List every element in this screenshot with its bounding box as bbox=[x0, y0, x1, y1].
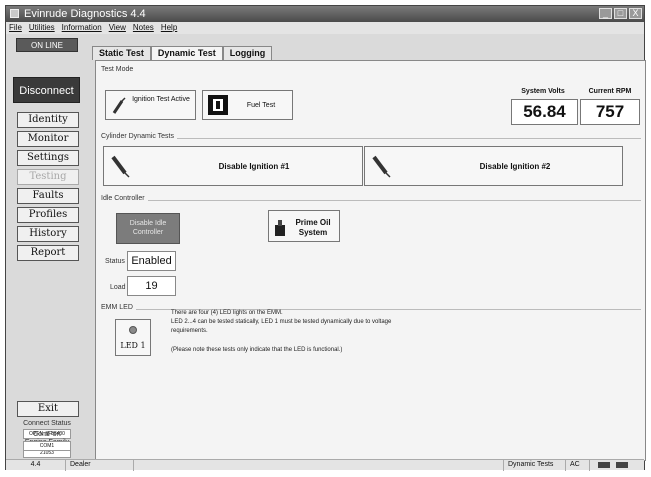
led-1-button[interactable]: LED 1 bbox=[115, 319, 151, 356]
tab-static-test[interactable]: Static Test bbox=[92, 46, 151, 60]
fuel-test-label: Fuel Test bbox=[246, 102, 276, 109]
idle-controller-label: Idle Controller bbox=[101, 195, 148, 202]
disconnect-button[interactable]: Disconnect bbox=[13, 77, 80, 103]
prime-oil-button[interactable]: Prime Oil System bbox=[268, 210, 340, 242]
menu-file[interactable]: File bbox=[9, 22, 22, 34]
status-version: 4.4 bbox=[6, 460, 66, 471]
emm-led-note: (Please note these tests only indicate t… bbox=[171, 347, 343, 353]
nav-identity-button[interactable]: Identity bbox=[17, 112, 79, 128]
disable-ignition-1-label: Disable Ignition #1 bbox=[218, 162, 290, 171]
disable-idle-controller-button: Disable Idle Controller bbox=[116, 213, 180, 244]
spark-plug-icon bbox=[372, 155, 391, 178]
menu-bar: File Utilities Information View Notes He… bbox=[6, 22, 644, 34]
ignition-test-button[interactable]: Ignition Test Active bbox=[105, 90, 196, 120]
indicator-icon bbox=[598, 462, 610, 468]
divider bbox=[101, 138, 641, 139]
status-bar: 4.4 Dealer Dynamic Tests AC bbox=[6, 459, 644, 471]
spark-plug-icon bbox=[111, 155, 130, 178]
current-rpm-value: 757 bbox=[580, 99, 640, 125]
nav-report-button[interactable]: Report bbox=[17, 245, 79, 261]
idle-status-value: Enabled bbox=[127, 251, 176, 271]
idle-status-label: Status bbox=[105, 258, 125, 265]
menu-help[interactable]: Help bbox=[161, 22, 177, 34]
system-volts-label: System Volts bbox=[521, 88, 565, 95]
status-role: Dealer bbox=[66, 460, 134, 471]
app-icon bbox=[10, 9, 19, 18]
nav-history-button[interactable]: History bbox=[17, 226, 79, 242]
idle-load-value: 19 bbox=[127, 276, 176, 296]
oil-can-icon bbox=[275, 220, 285, 236]
nav-monitor-button[interactable]: Monitor bbox=[17, 131, 79, 147]
minimize-button[interactable]: _ bbox=[599, 8, 612, 19]
menu-view[interactable]: View bbox=[109, 22, 126, 34]
exit-button[interactable]: Exit bbox=[17, 401, 79, 417]
spark-plug-icon bbox=[112, 97, 126, 114]
ignition-test-label: Ignition Test Active bbox=[132, 96, 190, 103]
app-window: Evinrude Diagnostics 4.4 _ □ X File Util… bbox=[5, 5, 646, 471]
connect-status-label: Connect Status bbox=[23, 420, 71, 427]
menu-utilities[interactable]: Utilities bbox=[29, 22, 55, 34]
emm-led-label: EMM LED bbox=[101, 304, 136, 311]
tab-logging[interactable]: Logging bbox=[222, 46, 273, 60]
system-volts-value: 56.84 bbox=[511, 99, 578, 125]
emm-led-description-3: requirements. bbox=[171, 328, 208, 334]
test-mode-label: Test Mode bbox=[101, 66, 134, 73]
emm-led-description-2: LED 2...4 can be tested statically, LED … bbox=[171, 319, 392, 325]
nav-settings-button[interactable]: Settings bbox=[17, 150, 79, 166]
comport-label: ComPort bbox=[33, 431, 61, 438]
dynamic-test-panel: Test Mode Ignition Test Active Fuel Test… bbox=[95, 60, 646, 461]
fuel-injector-icon bbox=[208, 95, 228, 115]
fuel-test-button[interactable]: Fuel Test bbox=[202, 90, 293, 120]
sidebar: ON LINE Disconnect Identity Monitor Sett… bbox=[8, 36, 84, 458]
close-button[interactable]: X bbox=[629, 8, 642, 19]
disable-ignition-1-button[interactable]: Disable Ignition #1 bbox=[103, 146, 363, 186]
nav-profiles-button[interactable]: Profiles bbox=[17, 207, 79, 223]
disable-ignition-2-button[interactable]: Disable Ignition #2 bbox=[364, 146, 623, 186]
emm-led-description-1: There are four (4) LED lights on the EMM… bbox=[171, 310, 283, 316]
tab-strip: Static Test Dynamic Test Logging bbox=[92, 46, 273, 60]
divider bbox=[101, 200, 641, 201]
tab-dynamic-test[interactable]: Dynamic Test bbox=[150, 46, 223, 60]
title-bar: Evinrude Diagnostics 4.4 _ □ X bbox=[6, 6, 644, 22]
disable-ignition-2-label: Disable Ignition #2 bbox=[479, 162, 551, 171]
led-indicator-icon bbox=[129, 326, 137, 334]
nav-faults-button[interactable]: Faults bbox=[17, 188, 79, 204]
indicator-icon bbox=[616, 462, 628, 468]
idle-load-label: Load bbox=[110, 284, 126, 291]
online-status-badge: ON LINE bbox=[16, 38, 78, 52]
status-power: AC bbox=[566, 460, 590, 471]
status-mode: Dynamic Tests bbox=[504, 460, 566, 471]
maximize-button[interactable]: □ bbox=[614, 8, 627, 19]
current-rpm-label: Current RPM bbox=[588, 88, 632, 95]
window-title: Evinrude Diagnostics 4.4 bbox=[24, 8, 146, 20]
cylinder-tests-label: Cylinder Dynamic Tests bbox=[101, 133, 178, 140]
prime-oil-label: Prime Oil System bbox=[295, 218, 331, 237]
status-spacer bbox=[134, 460, 504, 471]
nav-testing-button: Testing bbox=[17, 169, 79, 185]
menu-notes[interactable]: Notes bbox=[133, 22, 154, 34]
led-1-label: LED 1 bbox=[120, 341, 146, 350]
menu-information[interactable]: Information bbox=[62, 22, 102, 34]
comport-value: COM1 bbox=[23, 441, 71, 451]
